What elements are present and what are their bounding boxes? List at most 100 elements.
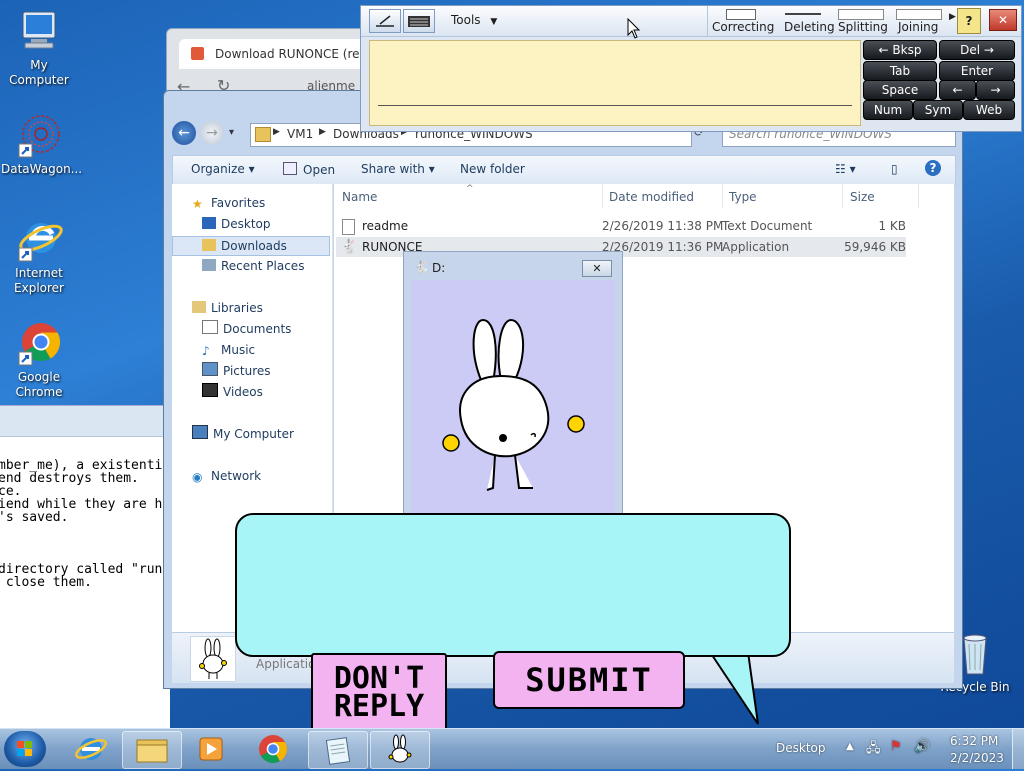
downloads-folder-icon xyxy=(202,238,216,251)
taskbar-notepad[interactable] xyxy=(308,731,368,769)
key-enter[interactable]: Enter xyxy=(939,61,1015,81)
breadcrumb-item[interactable]: VM1 xyxy=(287,127,313,141)
tools-label: Tools xyxy=(451,13,481,27)
key-tab[interactable]: Tab xyxy=(863,61,937,81)
nav-pictures[interactable]: Pictures xyxy=(202,362,271,380)
taskbar-runonce[interactable] xyxy=(370,731,430,769)
key-space[interactable]: Space xyxy=(863,80,937,100)
clock-date[interactable]: 2/2/2023 xyxy=(950,751,1004,765)
key-web[interactable]: Web xyxy=(963,100,1015,120)
gesture-joining[interactable]: Joining xyxy=(898,20,938,34)
volume-icon[interactable]: 🔊 xyxy=(914,739,930,754)
taskbar-internet-explorer[interactable] xyxy=(62,731,120,767)
pictures-icon xyxy=(202,362,218,376)
recent-pages-dropdown[interactable]: ▾ xyxy=(229,127,234,138)
submit-button[interactable]: SUBMIT xyxy=(493,651,685,709)
open-label: Open xyxy=(303,163,336,177)
action-center-flag-icon[interactable]: ⚑ xyxy=(890,739,902,754)
nav-label: Desktop xyxy=(221,217,271,231)
share-with-button[interactable]: Share with ▾ xyxy=(361,162,435,176)
forward-button[interactable]: → xyxy=(200,121,224,145)
nav-recent-places[interactable]: Recent Places xyxy=(202,257,304,275)
text-document-icon xyxy=(342,219,355,235)
correcting-gesture-icon xyxy=(726,9,756,20)
gesture-correcting[interactable]: Correcting xyxy=(712,20,774,34)
reply-input-bubble[interactable] xyxy=(235,513,791,657)
column-divider[interactable] xyxy=(842,184,843,208)
clock-time[interactable]: 6:32 PM xyxy=(950,734,998,748)
bunny-popup-window[interactable]: 🐇 D: ✕ xyxy=(403,251,623,521)
gesture-deleting[interactable]: Deleting xyxy=(784,20,835,34)
desktop-icon-internet-explorer[interactable]: Internet Explorer xyxy=(1,216,77,296)
writing-area[interactable] xyxy=(369,40,861,126)
column-header-size[interactable]: Size xyxy=(850,190,875,204)
nav-my-computer[interactable]: My Computer xyxy=(192,425,294,443)
column-divider[interactable] xyxy=(722,184,723,208)
column-divider[interactable] xyxy=(918,184,919,208)
key-num[interactable]: Num xyxy=(863,100,913,120)
nav-desktop[interactable]: Desktop xyxy=(202,215,271,233)
more-gestures-icon[interactable]: ▶ xyxy=(949,12,956,22)
download-favicon-icon xyxy=(191,47,204,60)
film-icon xyxy=(202,383,218,397)
taskbar-media-player[interactable] xyxy=(182,731,240,767)
organize-button[interactable]: Organize ▾ xyxy=(191,162,255,176)
nav-label: Pictures xyxy=(223,364,271,378)
column-header-name[interactable]: Name xyxy=(342,190,377,204)
nav-favorites[interactable]: ★ Favorites xyxy=(192,194,265,212)
close-button[interactable]: ✕ xyxy=(989,9,1017,31)
close-button[interactable]: ✕ xyxy=(582,260,612,277)
column-header-type[interactable]: Type xyxy=(729,190,757,204)
nav-libraries[interactable]: Libraries xyxy=(192,299,263,317)
gesture-splitting[interactable]: Splitting xyxy=(838,20,888,34)
show-hidden-icons[interactable]: ▲ xyxy=(846,741,854,752)
bunny-app-icon: 🐇 xyxy=(414,260,429,274)
notepad-window[interactable]: mber_me), a existenti end destroys them.… xyxy=(0,405,170,731)
folder-icon xyxy=(136,739,168,763)
windows-logo-icon xyxy=(17,741,32,756)
help-icon[interactable]: ? xyxy=(957,8,981,34)
open-button[interactable]: Open xyxy=(283,162,335,177)
dont-reply-button[interactable]: DON'T REPLY xyxy=(311,653,447,733)
taskbar-google-chrome[interactable] xyxy=(244,731,302,767)
column-header-date[interactable]: Date modified xyxy=(609,190,694,204)
writing-pad-icon[interactable] xyxy=(369,9,401,33)
view-options-icon[interactable]: ☷ ▾ xyxy=(835,162,856,176)
tools-menu[interactable]: Tools ▼ xyxy=(451,13,497,27)
desktop-toolbar-label[interactable]: Desktop xyxy=(776,741,826,755)
nav-network[interactable]: ◉ Network xyxy=(192,467,261,485)
taskbar-explorer[interactable] xyxy=(122,731,182,769)
network-icon[interactable]: 🖧 xyxy=(866,739,881,761)
nav-label: Network xyxy=(211,469,262,483)
nav-downloads[interactable]: Downloads xyxy=(172,236,330,256)
key-right-arrow[interactable]: → xyxy=(976,80,1015,100)
show-desktop-button[interactable] xyxy=(1012,729,1024,769)
popup-title: D: xyxy=(432,261,446,275)
new-folder-button[interactable]: New folder xyxy=(460,162,525,176)
desktop-icon-datawagon[interactable]: DataWagon... xyxy=(1,112,82,177)
desktop-icon-my-computer[interactable]: My Computer xyxy=(1,8,77,88)
nav-label: Videos xyxy=(223,385,263,399)
file-row-readme[interactable]: readme 2/26/2019 11:38 PM Text Document … xyxy=(336,216,906,236)
key-delete[interactable]: Del → xyxy=(939,40,1015,60)
nav-videos[interactable]: Videos xyxy=(202,383,263,401)
back-button[interactable]: ← xyxy=(172,121,196,145)
tablet-input-panel[interactable]: Tools ▼ Correcting Deleting Splitting Jo… xyxy=(360,5,1022,132)
start-button[interactable] xyxy=(4,731,46,767)
share-with-label: Share with xyxy=(361,162,425,176)
nav-documents[interactable]: Documents xyxy=(202,320,291,338)
key-sym[interactable]: Sym xyxy=(913,100,963,120)
key-backspace[interactable]: ← Bksp xyxy=(863,40,937,60)
notepad-line: close them. xyxy=(0,575,92,590)
key-left-arrow[interactable]: ← xyxy=(939,80,976,100)
help-icon[interactable]: ? xyxy=(925,160,941,176)
preview-pane-icon[interactable]: ▯ xyxy=(891,162,898,176)
internet-explorer-icon xyxy=(75,738,107,760)
desktop-icon-google-chrome[interactable]: Google Chrome xyxy=(1,320,77,400)
desktop-icon-label: My Computer xyxy=(9,58,69,87)
nav-music[interactable]: ♪ Music xyxy=(202,341,255,359)
nav-label: Downloads xyxy=(221,239,287,253)
keyboard-icon[interactable] xyxy=(403,9,435,33)
recent-places-icon xyxy=(202,259,216,271)
column-divider[interactable] xyxy=(602,184,603,208)
